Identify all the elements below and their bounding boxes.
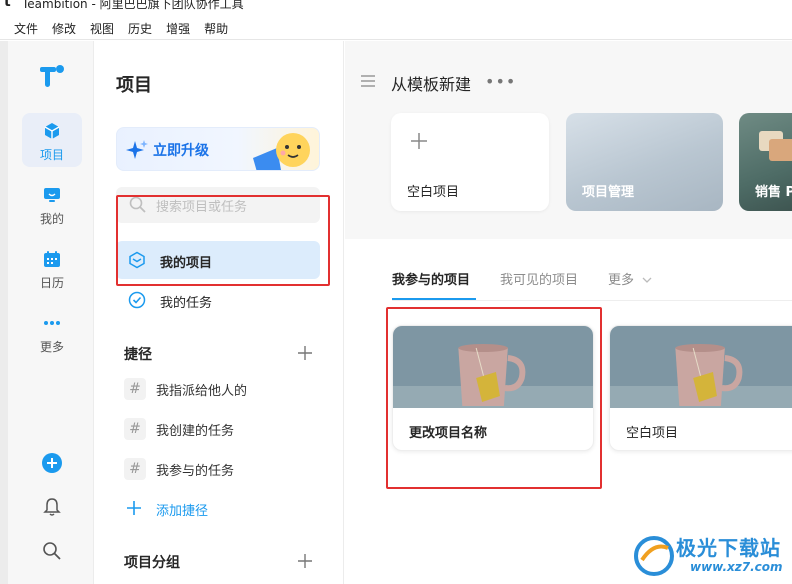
watermark-line1: 极光下载站 — [676, 536, 781, 560]
calendar-icon — [44, 251, 60, 267]
shortcut-label: 我创建的任务 — [156, 424, 235, 439]
rail-item-calendar[interactable]: 日历 — [22, 241, 82, 295]
cover-image — [610, 326, 792, 408]
highlight-box — [386, 307, 602, 489]
project-card-name: 空白项目 — [626, 426, 679, 441]
watermark-line2: www.xz7.com — [690, 560, 783, 574]
teambition-logo-icon: t — [4, 0, 11, 10]
search-icon[interactable] — [40, 539, 64, 563]
sidebar-item-my-tasks[interactable]: 我的任务 — [116, 281, 320, 319]
shortcut-item[interactable]: # 我参与的任务 — [124, 456, 324, 482]
rail-item-label: 日历 — [39, 276, 64, 290]
menu-help[interactable]: 帮助 — [204, 20, 228, 37]
nav-rail: 项目 我的 日历 更多 — [0, 41, 94, 584]
menu-view[interactable]: 视图 — [90, 20, 114, 37]
template-card-blank[interactable]: 空白项目 — [391, 113, 549, 211]
rail-item-label: 我的 — [39, 212, 64, 226]
add-shortcut-link[interactable]: 添加捷径 — [124, 497, 324, 521]
tab-visible[interactable]: 我可见的项目 — [500, 269, 578, 288]
hash-icon: # — [124, 378, 146, 400]
upgrade-banner[interactable]: 立即升级 — [116, 127, 320, 171]
template-heading: 从模板新建 — [391, 75, 472, 94]
page-title: 项目 — [116, 75, 152, 96]
rail-item-label: 更多 — [39, 340, 64, 354]
shortcut-item[interactable]: # 我指派给他人的 — [124, 376, 324, 402]
add-circle-icon[interactable] — [40, 451, 64, 475]
add-shortcut-label: 添加捷径 — [156, 504, 209, 519]
menu-icon[interactable] — [361, 75, 375, 87]
sparkle-icon — [126, 140, 148, 159]
hash-icon: # — [124, 418, 146, 440]
window-titlebar: t Teambition - 阿里巴巴旗下团队协作工具 — [0, 0, 792, 18]
rail-item-mine[interactable]: 我的 — [22, 177, 82, 231]
tab-more-label: 更多 — [608, 273, 635, 288]
chevron-down-icon — [642, 277, 652, 283]
add-shortcut-plus-icon[interactable] — [296, 344, 314, 362]
rail-edge — [0, 41, 8, 584]
shortcut-label: 我参与的任务 — [156, 464, 235, 479]
shortcut-item[interactable]: # 我创建的任务 — [124, 416, 324, 442]
template-label: 销售 P — [755, 185, 792, 200]
menu-bar: 文件 修改 视图 历史 增强 帮助 — [0, 18, 792, 40]
watermark-logo-icon — [634, 536, 674, 576]
divider — [392, 300, 792, 301]
rail-item-projects[interactable]: 项目 — [22, 113, 82, 167]
menu-edit[interactable]: 修改 — [52, 20, 76, 37]
more-dots-icon — [44, 321, 60, 325]
shortcut-label: 我指派给他人的 — [156, 384, 248, 399]
hash-icon: # — [124, 458, 146, 480]
teambition-logo-icon[interactable] — [38, 63, 66, 91]
cube-icon — [44, 123, 60, 139]
add-group-plus-icon[interactable] — [296, 552, 314, 570]
plus-icon — [411, 133, 427, 149]
upgrade-label: 立即升级 — [153, 143, 209, 159]
cover-image — [759, 131, 792, 161]
mascot-icon — [253, 133, 310, 170]
rail-item-more[interactable]: 更多 — [22, 305, 82, 359]
tab-more[interactable]: 更多 — [608, 269, 652, 288]
template-card-project-management[interactable]: 项目管理 — [566, 113, 723, 211]
template-card-sales[interactable]: 销售 P — [739, 113, 792, 211]
highlight-box — [116, 195, 330, 286]
sidebar-item-label: 我的任务 — [160, 296, 213, 311]
menu-file[interactable]: 文件 — [14, 20, 38, 37]
project-groups-heading: 项目分组 — [124, 555, 180, 571]
bell-icon[interactable] — [40, 495, 64, 519]
template-label: 项目管理 — [582, 185, 635, 200]
plus-icon — [127, 501, 141, 515]
tab-my-participated[interactable]: 我参与的项目 — [392, 269, 470, 288]
more-options-button[interactable]: ••• — [485, 72, 516, 91]
project-card[interactable]: 空白项目 — [609, 325, 792, 451]
menu-history[interactable]: 历史 — [128, 20, 152, 37]
project-sidebar: 项目 立即升级 搜索项目或任务 我的项目 我的任务 捷径 # 我指派给他人的 #… — [94, 41, 344, 584]
shortcuts-heading: 捷径 — [124, 347, 152, 363]
monitor-icon — [44, 188, 60, 202]
window-title: Teambition - 阿里巴巴旗下团队协作工具 — [22, 0, 244, 11]
menu-enhance[interactable]: 增强 — [166, 20, 190, 37]
template-label: 空白项目 — [407, 185, 460, 200]
watermark: 极光下载站 www.xz7.com — [632, 528, 792, 584]
check-circle-icon — [128, 291, 146, 309]
rail-item-label: 项目 — [39, 148, 64, 162]
project-tabs: 我参与的项目 我可见的项目 更多 — [345, 269, 792, 299]
template-section: 从模板新建 ••• 空白项目 项目管理 销售 P — [345, 41, 792, 239]
